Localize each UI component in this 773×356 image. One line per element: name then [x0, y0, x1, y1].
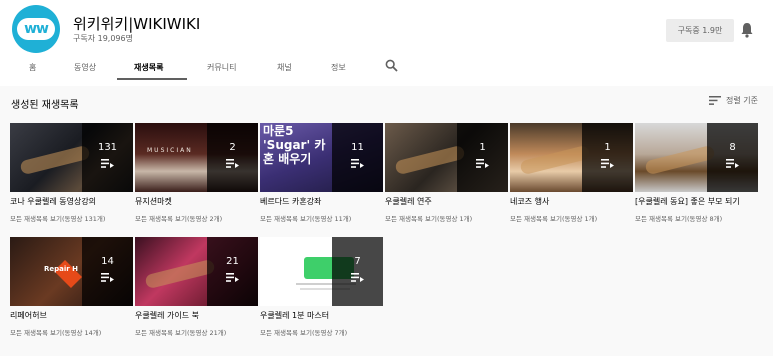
thumbnail-caption: Repair H	[44, 265, 79, 273]
video-count: 1	[604, 142, 611, 153]
playlist-thumbnail[interactable]: 마룬5 'Sugar' 카혼 배우기 11	[260, 123, 383, 192]
channel-name: 위키위키|WIKIWIKI	[73, 15, 201, 33]
playlist-title[interactable]: 리페어허브	[10, 310, 133, 321]
channel-header: ww 위키위키|WIKIWIKI 구독자 19,096명 구독중 1.9만 홈 …	[0, 0, 773, 86]
playlist-count-overlay: 1	[457, 123, 508, 192]
tab-home[interactable]: 홈	[29, 62, 36, 73]
playlist-title[interactable]: 우쿨렐레 연주	[385, 196, 508, 207]
tab-videos[interactable]: 동영상	[74, 62, 96, 73]
playlist-card[interactable]: Repair H 14 리페어허브 모든 재생목록 보기(동영상 14개)	[10, 237, 133, 337]
playlist-thumbnail[interactable]: 7	[260, 237, 383, 306]
thumbnail-caption: MUSICIAN	[147, 147, 193, 154]
playlist-title[interactable]: 네코즈 행사	[510, 196, 633, 207]
playlist-count-overlay: 131	[82, 123, 133, 192]
playlist-thumbnail[interactable]: 21	[135, 237, 258, 306]
sort-label: 정렬 기준	[726, 96, 758, 105]
sort-icon	[709, 96, 721, 105]
thumbnail-caption: 마룬5 'Sugar' 카혼 배우기	[263, 124, 326, 166]
playlist-card[interactable]: 131 코나 우쿨렐레 동영상강의 모든 재생목록 보기(동영상 131개)	[10, 123, 133, 223]
section-title: 생성된 재생목록	[11, 100, 79, 111]
avatar-logo-text: ww	[17, 18, 55, 40]
thumbnail-ukulele-shape	[19, 144, 91, 176]
playlist-count-overlay: 14	[82, 237, 133, 306]
playlist-icon	[101, 159, 114, 168]
playlist-count-overlay: 7	[332, 237, 383, 306]
playlist-thumbnail[interactable]: MUSICIAN 2	[135, 123, 258, 192]
playlist-card[interactable]: MUSICIAN 2 뮤지션마켓 모든 재생목록 보기(동영상 2개)	[135, 123, 258, 223]
view-full-playlist-link[interactable]: 모든 재생목록 보기(동영상 1개)	[385, 213, 508, 223]
view-full-playlist-link[interactable]: 모든 재생목록 보기(동영상 14개)	[10, 327, 133, 337]
thumbnail-ukulele-shape	[644, 144, 716, 176]
playlist-title[interactable]: 우쿨렐레 가이드 북	[135, 310, 258, 321]
tab-channels[interactable]: 채널	[277, 62, 292, 73]
bell-icon[interactable]	[740, 22, 754, 38]
view-full-playlist-link[interactable]: 모든 재생목록 보기(동영상 21개)	[135, 327, 258, 337]
playlist-count-overlay: 2	[207, 123, 258, 192]
playlist-thumbnail[interactable]: 8	[635, 123, 758, 192]
search-icon[interactable]	[385, 59, 398, 72]
playlist-card[interactable]: 마룬5 'Sugar' 카혼 배우기 11 베르다드 카혼강좌 모든 재생목록 …	[260, 123, 383, 223]
tab-community[interactable]: 커뮤니티	[207, 62, 236, 73]
view-full-playlist-link[interactable]: 모든 재생목록 보기(동영상 131개)	[10, 213, 133, 223]
playlist-icon	[726, 159, 739, 168]
playlist-icon	[351, 273, 364, 282]
active-tab-indicator	[117, 78, 187, 80]
playlist-title[interactable]: 뮤지션마켓	[135, 196, 258, 207]
playlist-count-overlay: 8	[707, 123, 758, 192]
playlist-icon	[476, 159, 489, 168]
subscriber-count: 구독자 19,096명	[73, 34, 133, 43]
video-count: 11	[351, 142, 364, 153]
thumbnail-ukulele-shape	[394, 144, 466, 176]
view-full-playlist-link[interactable]: 모든 재생목록 보기(동영상 2개)	[135, 213, 258, 223]
view-full-playlist-link[interactable]: 모든 재생목록 보기(동영상 1개)	[510, 213, 633, 223]
playlist-count-overlay: 1	[582, 123, 633, 192]
playlist-thumbnail[interactable]: Repair H 14	[10, 237, 133, 306]
playlist-card[interactable]: 7 우쿨렐레 1분 마스터 모든 재생목록 보기(동영상 7개)	[260, 237, 383, 337]
video-count: 1	[479, 142, 486, 153]
playlist-icon	[226, 273, 239, 282]
playlist-thumbnail[interactable]: 1	[510, 123, 633, 192]
channel-avatar[interactable]: ww	[12, 5, 60, 53]
view-full-playlist-link[interactable]: 모든 재생목록 보기(동영상 7개)	[260, 327, 383, 337]
sort-button[interactable]: 정렬 기준	[709, 95, 758, 106]
video-count: 7	[354, 256, 361, 267]
playlist-thumbnail[interactable]: 131	[10, 123, 133, 192]
playlist-icon	[601, 159, 614, 168]
channel-tabs: 홈 동영상 재생목록 커뮤니티 채널 정보	[0, 57, 773, 80]
playlist-thumbnail[interactable]: 1	[385, 123, 508, 192]
video-count: 131	[97, 142, 118, 153]
video-count: 14	[101, 256, 114, 267]
playlist-count-overlay: 11	[332, 123, 383, 192]
tab-about[interactable]: 정보	[331, 62, 346, 73]
playlist-title[interactable]: 베르다드 카혼강좌	[260, 196, 383, 207]
playlist-icon	[351, 159, 364, 168]
video-count: 2	[229, 142, 236, 153]
playlist-title[interactable]: 우쿨렐레 1분 마스터	[260, 310, 383, 321]
playlist-card[interactable]: 21 우쿨렐레 가이드 북 모든 재생목록 보기(동영상 21개)	[135, 237, 258, 337]
tab-playlists[interactable]: 재생목록	[134, 62, 163, 73]
playlist-card[interactable]: 8 [우쿨렐레 동요] 좋은 부모 되기 모든 재생목록 보기(동영상 8개)	[635, 123, 758, 223]
playlist-title[interactable]: [우쿨렐레 동요] 좋은 부모 되기	[635, 196, 758, 207]
view-full-playlist-link[interactable]: 모든 재생목록 보기(동영상 11개)	[260, 213, 383, 223]
playlist-icon	[101, 273, 114, 282]
subscribed-button[interactable]: 구독중 1.9만	[666, 19, 734, 42]
video-count: 8	[729, 142, 736, 153]
thumbnail-ukulele-shape	[144, 258, 216, 290]
playlist-count-overlay: 21	[207, 237, 258, 306]
video-count: 21	[226, 256, 239, 267]
playlist-card[interactable]: 1 네코즈 행사 모든 재생목록 보기(동영상 1개)	[510, 123, 633, 223]
playlist-card[interactable]: 1 우쿨렐레 연주 모든 재생목록 보기(동영상 1개)	[385, 123, 508, 223]
playlist-title[interactable]: 코나 우쿨렐레 동영상강의	[10, 196, 133, 207]
thumbnail-ukulele-shape	[519, 144, 591, 176]
view-full-playlist-link[interactable]: 모든 재생목록 보기(동영상 8개)	[635, 213, 758, 223]
playlist-icon	[226, 159, 239, 168]
